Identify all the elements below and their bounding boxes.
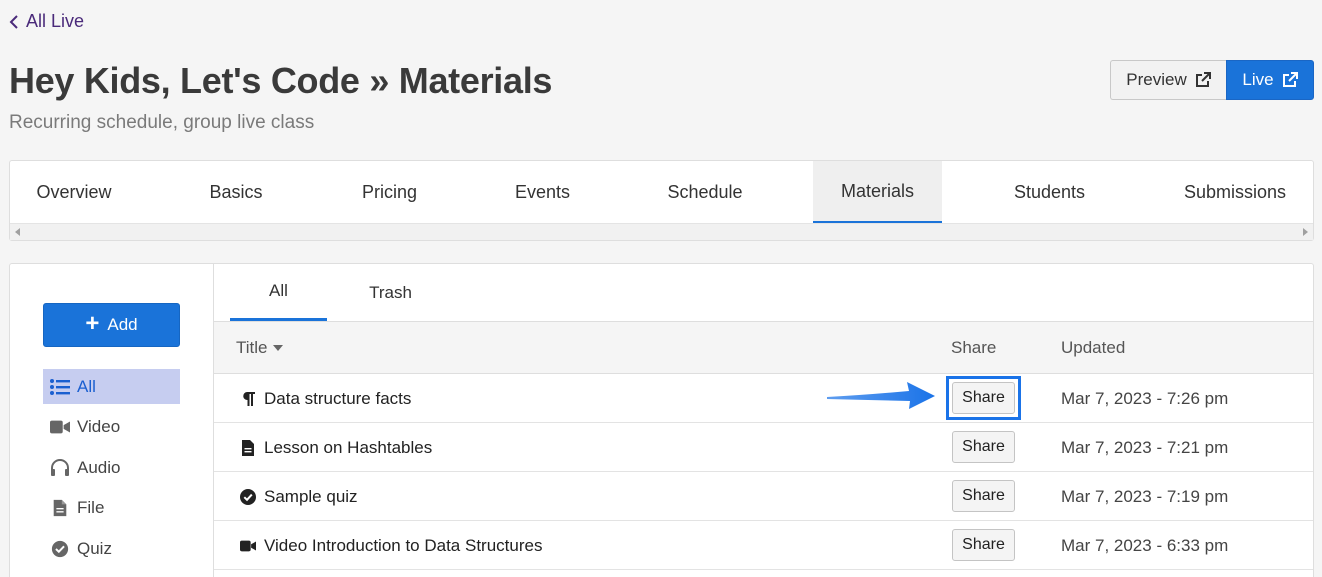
- updated-date: Mar 7, 2023 - 7:26 pm: [1061, 388, 1229, 408]
- updated-date: Mar 7, 2023 - 6:33 pm: [1061, 535, 1229, 555]
- tab-events[interactable]: Events: [479, 161, 606, 224]
- tab-submissions[interactable]: Submissions: [1170, 161, 1300, 224]
- tabs-scrollbar[interactable]: [10, 223, 1313, 240]
- paragraph-icon: [243, 391, 255, 406]
- list-icon: [50, 378, 70, 395]
- sidebar-item-audio[interactable]: Audio: [43, 450, 180, 485]
- material-title[interactable]: Sample quiz: [240, 472, 358, 521]
- chevron-left-icon: [9, 14, 18, 29]
- table-row: Lesson on Hashtables Share Mar 7, 2023 -…: [214, 423, 1313, 472]
- add-material-button[interactable]: + Add: [43, 303, 180, 347]
- check-circle-icon: [240, 488, 256, 505]
- scroll-left-arrow-icon[interactable]: [15, 228, 20, 236]
- sidebar-item-label: Quiz: [77, 538, 112, 558]
- page-subtitle: Recurring schedule, group live class: [9, 112, 315, 133]
- video-camera-icon: [50, 420, 70, 433]
- back-link-all-live[interactable]: All Live: [9, 11, 84, 32]
- live-button-label: Live: [1242, 70, 1274, 89]
- tab-materials[interactable]: Materials: [813, 161, 942, 224]
- material-title[interactable]: Video Introduction to Data Structures: [240, 521, 542, 570]
- column-title-sort[interactable]: Title: [236, 322, 283, 374]
- back-link-label: All Live: [26, 11, 85, 31]
- sidebar-item-label: Audio: [77, 457, 121, 477]
- annotation-arrow-icon: [827, 382, 935, 409]
- table-header: Title Share Updated: [214, 322, 1313, 374]
- sort-caret-down-icon: [272, 345, 283, 351]
- material-title[interactable]: Data structure facts: [240, 374, 411, 423]
- check-circle-icon: [51, 540, 69, 557]
- tab-pricing[interactable]: Pricing: [326, 161, 453, 224]
- sidebar-item-label: Video: [77, 416, 121, 436]
- tab-schedule[interactable]: Schedule: [641, 161, 769, 224]
- sidebar-item-all[interactable]: All: [43, 369, 180, 404]
- tab-students[interactable]: Students: [986, 161, 1113, 224]
- materials-content: All Trash Title Share Updated Data struc…: [214, 264, 1313, 577]
- table-row: Sample quiz Share Mar 7, 2023 - 7:19 pm: [214, 472, 1313, 521]
- tab-overview[interactable]: Overview: [10, 161, 138, 224]
- live-button[interactable]: Live: [1226, 60, 1314, 100]
- preview-button[interactable]: Preview: [1110, 60, 1226, 100]
- column-updated: Updated: [1061, 338, 1126, 357]
- preview-button-label: Preview: [1126, 70, 1187, 89]
- add-button-label: Add: [107, 315, 138, 334]
- updated-date: Mar 7, 2023 - 7:19 pm: [1061, 486, 1229, 506]
- section-tabs: Overview Basics Pricing Events Schedule …: [9, 160, 1314, 241]
- material-filter-tabs: All Trash: [214, 264, 1313, 322]
- sidebar-item-label: File: [77, 497, 105, 517]
- updated-date: Mar 7, 2023 - 7:21 pm: [1061, 437, 1229, 457]
- material-title[interactable]: Lesson on Hashtables: [240, 423, 432, 472]
- table-row: Video Introduction to Data Structures Sh…: [214, 521, 1313, 570]
- page-title: Hey Kids, Let's Code » Materials: [9, 60, 553, 101]
- plus-icon: +: [85, 310, 100, 337]
- sidebar-item-quiz[interactable]: Quiz: [43, 531, 180, 566]
- scroll-right-arrow-icon[interactable]: [1303, 228, 1308, 236]
- tab-all[interactable]: All: [230, 264, 327, 321]
- document-icon: [242, 439, 254, 456]
- tab-basics[interactable]: Basics: [173, 161, 299, 224]
- external-link-icon: [1282, 72, 1298, 87]
- video-camera-icon: [240, 540, 256, 551]
- column-share: Share: [951, 338, 997, 357]
- share-button[interactable]: Share: [952, 480, 1015, 512]
- header-actions: Preview Live: [1110, 60, 1314, 100]
- external-link-icon: [1195, 72, 1211, 87]
- sidebar-item-file[interactable]: File: [43, 490, 180, 525]
- share-button[interactable]: Share: [952, 529, 1015, 561]
- tab-trash[interactable]: Trash: [342, 264, 439, 321]
- materials-panel: + Add All Video Audio File Quiz All Tras…: [9, 263, 1314, 577]
- headphones-icon: [51, 458, 69, 476]
- table-row: Data structure facts Share Mar 7, 2023 -…: [214, 374, 1313, 423]
- sidebar-item-video[interactable]: Video: [43, 409, 180, 444]
- share-button[interactable]: Share: [952, 431, 1015, 463]
- file-icon: [53, 499, 67, 516]
- materials-sidebar: + Add All Video Audio File Quiz: [10, 264, 214, 577]
- sidebar-item-label: All: [77, 376, 96, 396]
- share-button[interactable]: Share: [952, 382, 1015, 414]
